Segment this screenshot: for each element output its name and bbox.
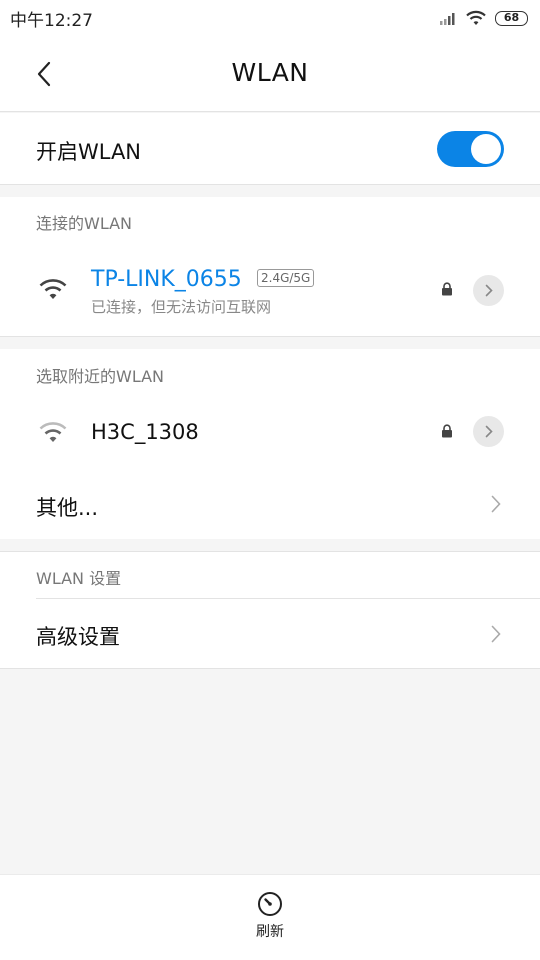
header: WLAN: [0, 36, 540, 112]
refresh-button[interactable]: 刷新: [240, 891, 300, 951]
nearby-network-ssid: H3C_1308: [91, 420, 199, 444]
other-network-label: 其他...: [36, 496, 99, 520]
signal-strength-icon: [440, 13, 455, 25]
wlan-toggle-switch[interactable]: [437, 131, 504, 167]
page-title: WLAN: [231, 58, 309, 87]
status-bar: 中午12:27 68: [0, 0, 540, 36]
settings-section-header: WLAN 设置: [36, 569, 122, 588]
status-wifi-icon: [466, 10, 486, 25]
connected-network-status: 已连接，但无法访问互联网: [91, 298, 272, 316]
other-network-row[interactable]: 其他...: [0, 470, 540, 538]
nearby-network-row[interactable]: H3C_1308: [0, 398, 540, 466]
wlan-toggle-row: 开启WLAN: [0, 113, 540, 185]
refresh-label: 刷新: [256, 924, 284, 940]
status-time: 中午12:27: [10, 10, 93, 31]
nearby-network-detail-button[interactable]: [473, 416, 504, 447]
lock-icon: [442, 282, 452, 296]
chevron-right-icon: [485, 284, 493, 297]
bottom-bar: 刷新: [0, 874, 540, 960]
status-icons: 68: [439, 10, 528, 26]
wlan-settings-screen: 中午12:27 68 WLAN 开启WLAN 连接的WLAN TP-LINK_0…: [0, 0, 540, 960]
toggle-knob: [471, 134, 501, 164]
chevron-right-icon: [491, 625, 501, 643]
connected-network-ssid: TP-LINK_0655: [91, 267, 242, 292]
advanced-settings-label: 高级设置: [36, 625, 120, 649]
connected-network-detail-button[interactable]: [473, 275, 504, 306]
nearby-section-header: 选取附近的WLAN: [36, 367, 165, 386]
chevron-right-icon: [485, 425, 493, 438]
advanced-settings-row[interactable]: 高级设置: [0, 598, 540, 668]
chevron-right-icon: [491, 495, 501, 513]
wlan-toggle-label: 开启WLAN: [36, 140, 142, 164]
connected-network-row[interactable]: [0, 246, 540, 336]
battery-icon: 68: [495, 10, 528, 26]
lock-icon: [442, 424, 452, 438]
refresh-icon: [258, 892, 282, 916]
wifi-icon: [39, 279, 67, 299]
wifi-icon: [39, 422, 67, 442]
band-badge: 2.4G/5G: [257, 269, 315, 287]
connected-section-header: 连接的WLAN: [36, 214, 133, 233]
